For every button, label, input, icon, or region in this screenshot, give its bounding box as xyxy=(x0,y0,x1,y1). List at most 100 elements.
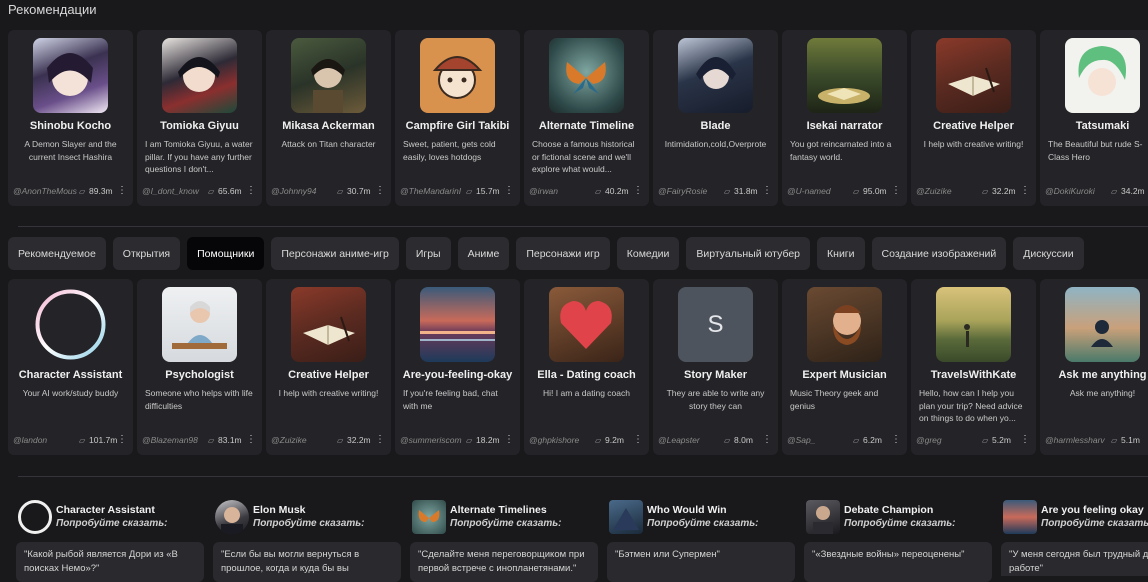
prompt-suggestion-box[interactable]: "Сделайте меня переговорщиком при первой… xyxy=(410,542,598,582)
prompt-suggestion-box[interactable]: "«Звездные войны» переоценены" xyxy=(804,542,992,582)
prompt-suggestion-box[interactable]: "Бэтмен или Супермен" xyxy=(607,542,795,582)
more-options-icon[interactable]: ⋮ xyxy=(117,185,127,196)
character-card[interactable]: Campfire Girl Takibi Sweet, patient, get… xyxy=(395,30,520,206)
character-card[interactable]: Shinobu Kocho A Demon Slayer and the cur… xyxy=(8,30,133,206)
more-options-icon[interactable]: ⋮ xyxy=(891,185,901,196)
author[interactable]: @FairyRosie xyxy=(658,186,722,196)
character-card[interactable]: Ask me anything Ask me anything! @harmle… xyxy=(1040,279,1148,455)
character-card[interactable]: S Story Maker They are able to write any… xyxy=(653,279,778,455)
character-card[interactable]: Tatsumaki The Beautiful but rude S-Class… xyxy=(1040,30,1148,206)
chat-count: 15.7m xyxy=(476,186,500,196)
tab-comedies[interactable]: Комедии xyxy=(616,237,680,270)
character-name: Ask me anything xyxy=(1058,369,1147,381)
prompt-try-label: Попробуйте сказать: xyxy=(56,518,168,529)
tab-helpers[interactable]: Помощники xyxy=(187,237,265,270)
more-options-icon[interactable]: ⋮ xyxy=(375,434,385,445)
tab-game-characters[interactable]: Персонажи игр xyxy=(516,237,610,270)
author[interactable]: @greg xyxy=(916,435,980,445)
author[interactable]: @U-named xyxy=(787,186,851,196)
tab-anime-game-characters[interactable]: Персонажи аниме-игр xyxy=(271,237,399,270)
character-avatar xyxy=(549,287,624,362)
author[interactable]: @TheMandarinI xyxy=(400,186,464,196)
character-description: Someone who helps with life difficulties xyxy=(145,388,253,411)
character-meta: @Johnny94 ▱ 30.7m ⋮ xyxy=(271,185,387,198)
author[interactable]: @Zuizike xyxy=(271,435,335,445)
author[interactable]: @DokiKuroki xyxy=(1045,186,1109,196)
author[interactable]: @Johnny94 xyxy=(271,186,335,196)
author[interactable]: @Sap_ xyxy=(787,435,851,445)
character-card[interactable]: Psychologist Someone who helps with life… xyxy=(137,279,262,455)
character-description: If you're feeling bad, chat with me xyxy=(403,388,498,411)
chat-count: 31.8m xyxy=(734,186,758,196)
character-card[interactable]: Mikasa Ackerman Attack on Titan characte… xyxy=(266,30,391,206)
character-name: Alternate Timeline xyxy=(538,120,635,132)
more-options-icon[interactable]: ⋮ xyxy=(117,434,127,445)
author[interactable]: @landon xyxy=(13,435,77,445)
character-card[interactable]: Isekai narrator You got reincarnated int… xyxy=(782,30,907,206)
author[interactable]: @harmlessharv xyxy=(1045,435,1109,445)
prompt-suggestion-box[interactable]: "У меня сегодня был трудный день на рабо… xyxy=(1001,542,1148,576)
prompt-suggestion-box[interactable]: "Какой рыбой является Дори из «В поисках… xyxy=(16,542,204,582)
author[interactable]: @I_dont_know xyxy=(142,186,206,196)
tab-books[interactable]: Книги xyxy=(817,237,865,270)
author[interactable]: @AnonTheMous xyxy=(13,186,77,196)
character-description: Attack on Titan character xyxy=(281,139,376,149)
more-options-icon[interactable]: ⋮ xyxy=(762,434,772,445)
more-options-icon[interactable]: ⋮ xyxy=(762,185,772,196)
prompt-card[interactable]: Debate Champion Попробуйте сказать: "«Зв… xyxy=(796,496,993,582)
more-options-icon[interactable]: ⋮ xyxy=(891,434,901,445)
character-meta: @Zuizike ▱ 32.2m ⋮ xyxy=(271,434,387,447)
tab-image-generation[interactable]: Создание изображений xyxy=(871,237,1007,270)
more-options-icon[interactable]: ⋮ xyxy=(375,185,385,196)
character-card[interactable]: Ella - Dating coach Hi! I am a dating co… xyxy=(524,279,649,455)
tab-discoveries[interactable]: Открытия xyxy=(112,237,181,270)
author[interactable]: @summeriscom xyxy=(400,435,464,445)
tab-vtuber[interactable]: Виртуальный ютубер xyxy=(686,237,811,270)
character-name: Psychologist xyxy=(165,369,234,381)
prompt-card[interactable]: Who Would Win Попробуйте сказать: "Бэтме… xyxy=(599,496,796,582)
character-name: Isekai narrator xyxy=(806,120,883,132)
character-meta: @harmlessharv ▱ 5.1m ⋮ xyxy=(1045,435,1148,447)
character-card[interactable]: Expert Musician Music Theory geek and ge… xyxy=(782,279,907,455)
character-card[interactable]: Creative Helper I help with creative wri… xyxy=(266,279,391,455)
character-card[interactable]: Character Assistant Your AI work/study b… xyxy=(8,279,133,455)
tab-recommended[interactable]: Рекомендуемое xyxy=(8,237,106,270)
character-card[interactable]: Alternate Timeline Choose a famous histo… xyxy=(524,30,649,206)
more-options-icon[interactable]: ⋮ xyxy=(1020,185,1030,196)
chat-count: 8.0m xyxy=(734,435,753,445)
character-avatar xyxy=(420,287,495,362)
more-options-icon[interactable]: ⋮ xyxy=(504,434,514,445)
more-options-icon[interactable]: ⋮ xyxy=(633,434,643,445)
character-avatar xyxy=(936,287,1011,362)
more-options-icon[interactable]: ⋮ xyxy=(246,434,256,445)
prompt-card[interactable]: Elon Musk Попробуйте сказать: "Если бы в… xyxy=(205,496,402,582)
character-card[interactable]: Blade Intimidation,cold,Overprote @Fairy… xyxy=(653,30,778,206)
character-name: Mikasa Ackerman xyxy=(282,120,375,132)
tab-games[interactable]: Игры xyxy=(405,237,451,270)
author[interactable]: @ghpkishore xyxy=(529,435,593,445)
more-options-icon[interactable]: ⋮ xyxy=(633,185,643,196)
character-card[interactable]: Creative Helper I help with creative wri… xyxy=(911,30,1036,206)
character-name: TravelsWithKate xyxy=(930,369,1017,381)
character-description: Sweet, patient, gets cold easily, loves … xyxy=(403,139,496,162)
tab-discussions[interactable]: Дискуссии xyxy=(1013,237,1084,270)
chat-bubble-icon: ▱ xyxy=(337,187,344,196)
author[interactable]: @Leapster xyxy=(658,435,722,445)
more-options-icon[interactable]: ⋮ xyxy=(1020,434,1030,445)
character-card[interactable]: TravelsWithKate Hello, how can I help yo… xyxy=(911,279,1036,455)
character-meta: @FairyRosie ▱ 31.8m ⋮ xyxy=(658,185,774,198)
more-options-icon[interactable]: ⋮ xyxy=(504,185,514,196)
author[interactable]: @Zuizike xyxy=(916,186,980,196)
character-card[interactable]: Are-you-feeling-okay If you're feeling b… xyxy=(395,279,520,455)
prompt-card[interactable]: Are you feeling okay Попробуйте сказать:… xyxy=(993,496,1148,576)
prompt-card[interactable]: Character Assistant Попробуйте сказать: … xyxy=(8,496,205,582)
prompt-suggestion-box[interactable]: "Если бы вы могли вернуться в прошлое, к… xyxy=(213,542,401,582)
prompt-card[interactable]: Alternate Timelines Попробуйте сказать: … xyxy=(402,496,599,582)
tab-anime[interactable]: Аниме xyxy=(457,237,510,270)
more-options-icon[interactable]: ⋮ xyxy=(246,185,256,196)
author[interactable]: @Blazeman98 xyxy=(142,435,206,445)
helpers-row: Character Assistant Your AI work/study b… xyxy=(8,279,1148,455)
author[interactable]: @irwan xyxy=(529,186,593,196)
character-card[interactable]: Tomioka Giyuu I am Tomioka Giyuu, a wate… xyxy=(137,30,262,206)
chat-count: 5.1m xyxy=(1121,435,1140,445)
